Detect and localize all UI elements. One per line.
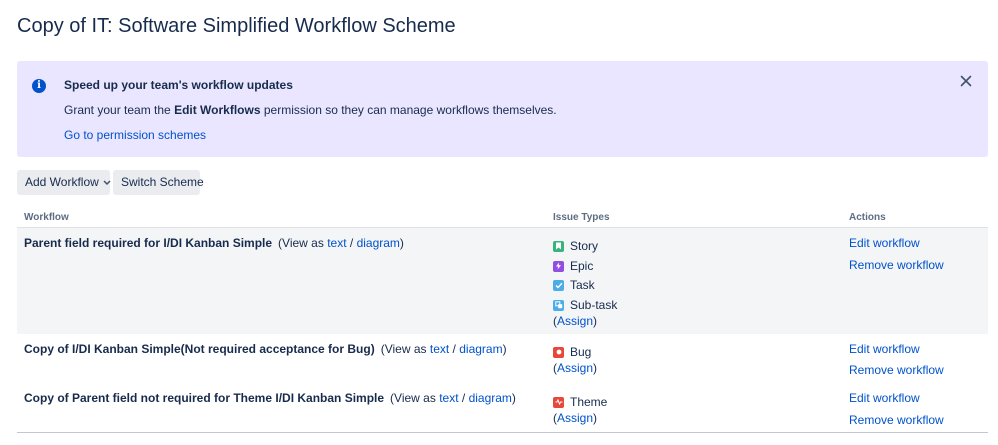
switch-scheme-button[interactable]: Switch Scheme [113, 170, 204, 195]
view-as: (View as text / diagram) [390, 391, 516, 405]
view-as: (View as text / diagram) [278, 236, 404, 250]
view-diagram-link[interactable]: diagram [459, 342, 502, 356]
view-text-link[interactable]: text [430, 342, 449, 356]
assign-link[interactable]: Assign [557, 361, 593, 375]
page-title: Copy of IT: Software Simplified Workflow… [17, 15, 456, 37]
view-as: (View as text / diagram) [380, 342, 507, 356]
permission-schemes-link[interactable]: Go to permission schemes [64, 128, 206, 142]
assign-cell: (Assign) [553, 361, 598, 375]
close-icon[interactable] [958, 73, 974, 89]
view-text-link[interactable]: text [439, 391, 458, 405]
subtask-icon [553, 299, 564, 311]
epic-icon [553, 260, 564, 272]
permission-banner: i Speed up your team's workflow updates … [17, 61, 988, 157]
column-header-actions: Actions [849, 212, 886, 223]
workflow-cell: Parent field required for I/DI Kanban Si… [24, 236, 404, 250]
view-diagram-link[interactable]: diagram [357, 236, 400, 250]
issue-type-task: Task [553, 278, 595, 292]
assign-link[interactable]: Assign [557, 411, 593, 425]
task-icon [553, 279, 564, 291]
workflow-name: Copy of I/DI Kanban Simple(Not required … [24, 342, 375, 356]
workflow-cell: Copy of Parent field not required for Th… [24, 391, 516, 405]
add-workflow-button[interactable]: Add Workflow [17, 170, 111, 195]
remove-workflow-link[interactable]: Remove workflow [849, 258, 944, 272]
column-header-issue-types: Issue Types [553, 212, 610, 223]
view-diagram-link[interactable]: diagram [469, 391, 512, 405]
banner-body-bold: Edit Workflows [174, 103, 261, 117]
edit-workflow-link[interactable]: Edit workflow [849, 342, 920, 356]
issue-type-subtask: Sub-task [553, 298, 617, 312]
remove-workflow-link[interactable]: Remove workflow [849, 363, 944, 377]
issue-type-bug: Bug [553, 345, 591, 359]
issue-type-story: Story [553, 239, 598, 253]
table-bottom-divider [17, 432, 988, 433]
assign-cell: (Assign) [553, 411, 598, 425]
banner-body-suffix: permission so they can manage workflows … [260, 103, 557, 117]
issue-type-epic: Epic [553, 259, 593, 273]
view-text-link[interactable]: text [327, 236, 346, 250]
workflow-name: Parent field required for I/DI Kanban Si… [24, 236, 273, 250]
assign-link[interactable]: Assign [557, 314, 593, 328]
chevron-down-icon [103, 170, 111, 195]
workflow-name: Copy of Parent field not required for Th… [24, 391, 385, 405]
remove-workflow-link[interactable]: Remove workflow [849, 413, 944, 427]
story-icon [553, 240, 564, 252]
workflow-cell: Copy of I/DI Kanban Simple(Not required … [24, 342, 507, 356]
bug-icon [553, 346, 564, 358]
edit-workflow-link[interactable]: Edit workflow [849, 391, 920, 405]
edit-workflow-link[interactable]: Edit workflow [849, 236, 920, 250]
add-workflow-label: Add Workflow [25, 175, 99, 189]
banner-body: Grant your team the Edit Workflows permi… [64, 103, 557, 117]
theme-icon [553, 396, 564, 408]
issue-type-theme: Theme [553, 395, 607, 409]
banner-title: Speed up your team's workflow updates [64, 78, 293, 92]
assign-cell: (Assign) [553, 314, 598, 328]
info-icon: i [32, 79, 46, 93]
banner-body-prefix: Grant your team the [64, 103, 175, 117]
column-header-workflow: Workflow [24, 212, 69, 223]
